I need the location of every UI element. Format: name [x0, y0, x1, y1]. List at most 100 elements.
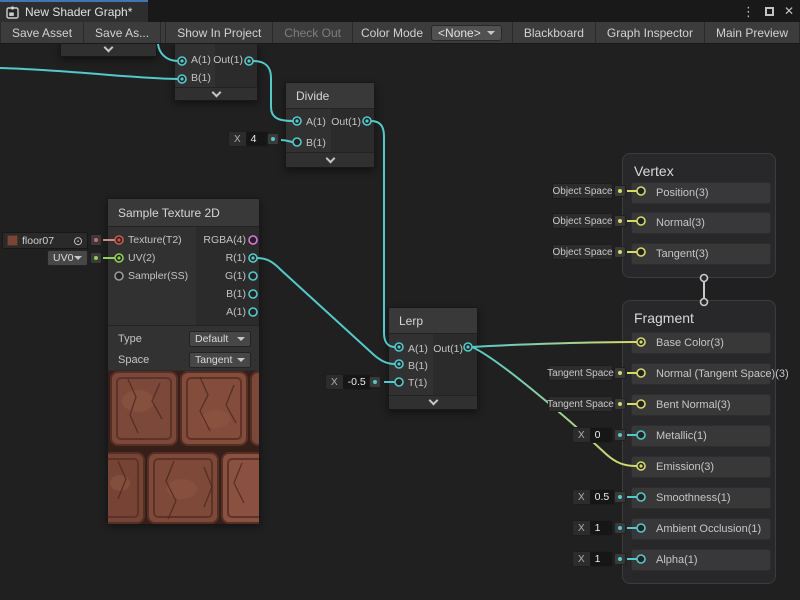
x-component-label: X: [573, 523, 590, 534]
normal-ts-space-pill: Tangent Space: [548, 365, 613, 381]
shader-graph-asset-icon: [6, 6, 19, 19]
x-component-label: X: [573, 492, 590, 503]
alpha-default-field[interactable]: X 1: [572, 551, 613, 567]
node-lerp[interactable]: Lerp A(1) B(1) T(1) Out(1): [388, 307, 478, 410]
port-label-b: B(1): [389, 357, 433, 374]
node-sample-texture-2d[interactable]: Sample Texture 2D Texture(T2) UV(2) Samp…: [107, 198, 260, 523]
port-label-b: B(1): [286, 132, 331, 153]
block-bent-normal[interactable]: Bent Normal(3): [631, 394, 771, 416]
expand-chevron-bar[interactable]: [286, 152, 374, 167]
uv-channel-dropdown[interactable]: UV0: [47, 250, 88, 266]
type-label: Type: [108, 333, 142, 345]
port-connector-box: [614, 491, 626, 503]
block-emission[interactable]: Emission(3): [631, 456, 771, 478]
port-label-r: R(1): [196, 249, 259, 267]
uv-port-dot: [94, 256, 98, 260]
fragment-stack[interactable]: Fragment Base Color(3) Normal (Tangent S…: [622, 300, 776, 584]
vertex-stack[interactable]: Vertex Position(3) Normal(3) Tangent(3): [622, 153, 776, 278]
port-connector-box: [614, 367, 626, 379]
type-dropdown[interactable]: Default: [189, 331, 251, 347]
uv-channel-value: UV0: [53, 252, 73, 264]
save-asset-button[interactable]: Save Asset: [0, 22, 84, 43]
block-normal-ts[interactable]: Normal (Tangent Space)(3): [631, 363, 771, 385]
block-metallic[interactable]: Metallic(1): [631, 425, 771, 447]
divide-b-default-field[interactable]: X 4: [228, 131, 269, 147]
type-value: Default: [195, 333, 228, 345]
texture-preview: [108, 371, 259, 524]
texture-port-dot: [94, 238, 98, 242]
port-connector-box: [614, 553, 626, 565]
tangent-space-pill: Object Space: [552, 244, 613, 260]
graph-toolbar: Save Asset Save As... Show In Project Ch…: [0, 22, 800, 44]
expand-chevron-bar[interactable]: [389, 395, 477, 409]
port-connector-box: [369, 376, 381, 388]
port-label-b: B(1): [175, 69, 215, 87]
save-as-button[interactable]: Save As...: [84, 22, 161, 43]
vector3-port-dot: [618, 371, 622, 375]
window-controls: ⋮ ✕: [742, 0, 800, 22]
graph-canvas[interactable]: A(1) B(1) Out(1) Divide A(1) B(1) Out: [0, 44, 800, 600]
texture-object-field[interactable]: floor07 ⊙: [2, 232, 88, 249]
block-position[interactable]: Position(3): [631, 182, 771, 204]
bent-normal-space-pill: Tangent Space: [548, 396, 613, 412]
port-label-t: T(1): [389, 374, 433, 391]
show-in-project-button[interactable]: Show In Project: [165, 22, 273, 43]
node-divide[interactable]: Divide A(1) B(1) Out(1): [285, 82, 375, 168]
space-dropdown[interactable]: Tangent: [189, 352, 251, 368]
port-label-g: G(1): [196, 267, 259, 285]
x-component-value[interactable]: -0.5: [343, 375, 371, 389]
block-base-color[interactable]: Base Color(3): [631, 332, 771, 354]
port-label-uv: UV(2): [108, 249, 196, 267]
maximize-icon[interactable]: [765, 7, 774, 16]
block-normal[interactable]: Normal(3): [631, 212, 771, 234]
port-label-a: A(1): [389, 340, 433, 357]
edge-lerp-out-to-base-color[interactable]: [472, 342, 637, 347]
vector3-port-dot: [618, 402, 622, 406]
node-op-partial[interactable]: A(1) B(1) Out(1): [174, 44, 258, 101]
blackboard-toggle[interactable]: Blackboard: [512, 22, 596, 43]
port-connector-box: [614, 185, 626, 197]
block-tangent[interactable]: Tangent(3): [631, 243, 771, 265]
edge-sample-r-to-lerp-b[interactable]: [257, 258, 395, 364]
block-alpha[interactable]: Alpha(1): [631, 549, 771, 571]
chevron-down-icon: [487, 31, 495, 35]
x-component-value[interactable]: 1: [590, 521, 612, 535]
port-label-texture: Texture(T2): [108, 231, 196, 249]
expand-chevron-bar[interactable]: [61, 44, 156, 56]
ambient-occlusion-default-field[interactable]: X 1: [572, 520, 613, 536]
x-component-value[interactable]: 1: [590, 552, 612, 566]
float-port-dot: [618, 526, 622, 530]
object-picker-icon[interactable]: ⊙: [73, 235, 83, 247]
normal-space-pill: Object Space: [552, 213, 613, 229]
x-component-value[interactable]: 0: [590, 428, 612, 442]
shader-graph-window: New Shader Graph* ⋮ ✕ Save Asset Save As…: [0, 0, 800, 600]
lerp-t-default-field[interactable]: X -0.5: [325, 374, 372, 390]
expand-chevron-bar[interactable]: [175, 87, 257, 100]
edge-left-to-op-b[interactable]: [0, 68, 178, 79]
chevron-down-icon: [325, 153, 335, 163]
port-connector-box: [267, 133, 279, 145]
graph-inspector-toggle[interactable]: Graph Inspector: [596, 22, 705, 43]
port-label-sampler: Sampler(SS): [108, 267, 196, 285]
port-connector-box: [614, 215, 626, 227]
port-label-b: B(1): [196, 285, 259, 303]
more-menu-icon[interactable]: ⋮: [742, 5, 755, 18]
x-component-value[interactable]: 4: [246, 132, 268, 146]
block-ambient-occlusion[interactable]: Ambient Occlusion(1): [631, 518, 771, 540]
float-port-dot: [271, 137, 275, 141]
close-icon[interactable]: ✕: [784, 5, 794, 17]
port-label-a: A(1): [196, 303, 259, 321]
check-out-button[interactable]: Check Out: [273, 22, 353, 43]
color-mode-dropdown[interactable]: <None>: [431, 25, 502, 41]
x-component-value[interactable]: 0.5: [590, 490, 615, 504]
metallic-default-field[interactable]: X 0: [572, 427, 613, 443]
chevron-down-icon: [74, 256, 82, 260]
main-preview-toggle[interactable]: Main Preview: [705, 22, 800, 43]
position-space-pill: Object Space: [552, 183, 613, 199]
tab-new-shader-graph[interactable]: New Shader Graph*: [0, 0, 148, 22]
node-collapsed-partial[interactable]: [60, 44, 157, 57]
smoothness-default-field[interactable]: X 0.5: [572, 489, 615, 505]
vector3-port-dot: [618, 219, 622, 223]
vector3-port-dot: [618, 250, 622, 254]
block-smoothness[interactable]: Smoothness(1): [631, 487, 771, 509]
